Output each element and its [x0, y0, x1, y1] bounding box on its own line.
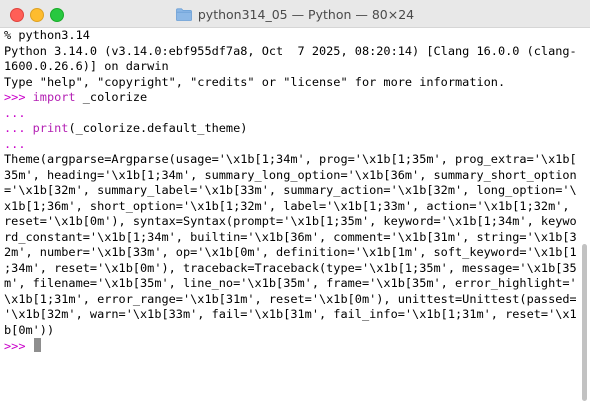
- terminal-line: x1b[1;36m', short_option='\x1b[1;32m', l…: [4, 199, 576, 215]
- code-text: _colorize: [75, 90, 148, 104]
- output-text: ='\x1b[32m', summary_label='\x1b[33m', s…: [4, 183, 576, 197]
- terminal-line: ...: [4, 106, 576, 122]
- terminal-line: ... print(_colorize.default_theme): [4, 121, 576, 137]
- terminal-line: % python3.14: [4, 28, 576, 44]
- terminal-line: ='\x1b[32m', summary_label='\x1b[33m', s…: [4, 183, 576, 199]
- output-text: ;34m', reset='\x1b[0m'), traceback=Trace…: [4, 260, 576, 275]
- title-bar[interactable]: python314_05 — Python — 80×24: [0, 0, 590, 28]
- output-text: Theme(argparse=Argparse(usage='\x1b[1;34…: [4, 152, 576, 166]
- terminal-line: ...: [4, 137, 576, 153]
- terminal-line: b[0m')): [4, 323, 576, 339]
- output-text: 35m', heading='\x1b[1;34m', summary_long…: [4, 167, 576, 182]
- terminal-line: 2m', number='\x1b[33m', op='\x1b[0m', de…: [4, 245, 576, 261]
- prompt-marker: ...: [4, 105, 26, 120]
- output-text: 2m', number='\x1b[33m', op='\x1b[0m', de…: [4, 245, 576, 259]
- vertical-scrollbar[interactable]: [582, 244, 587, 401]
- terminal-line: ;34m', reset='\x1b[0m'), traceback=Trace…: [4, 261, 576, 277]
- terminal-line: '\x1b[32m', warn='\x1b[33m', fail='\x1b[…: [4, 307, 576, 323]
- terminal-line: m', filename='\x1b[35m', line_no='\x1b[3…: [4, 276, 576, 292]
- prompt-marker: >>>: [4, 339, 33, 353]
- terminal-line: >>>: [4, 338, 576, 354]
- output-text: Python 3.14.0 (v3.14.0:ebf955df7a8, Oct …: [4, 43, 576, 58]
- terminal-line: 35m', heading='\x1b[1;34m', summary_long…: [4, 168, 576, 184]
- code-keyword: print: [32, 121, 69, 135]
- window-title-group: python314_05 — Python — 80×24: [0, 0, 590, 28]
- output-text: x1b[1;36m', short_option='\x1b[1;32m', l…: [4, 198, 570, 213]
- output-text: 1600.0.26.6)] on darwin: [4, 59, 169, 73]
- terminal-line: 1600.0.26.6)] on darwin: [4, 59, 576, 75]
- terminal-output[interactable]: % python3.14 Python 3.14.0 (v3.14.0:ebf95…: [0, 28, 576, 413]
- output-text: '\x1b[32m', warn='\x1b[33m', fail='\x1b[…: [4, 307, 576, 321]
- output-text: m', filename='\x1b[35m', line_no='\x1b[3…: [4, 276, 576, 290]
- output-text: rd_constant='\x1b[1;34m', builtin='\x1b[…: [4, 229, 576, 244]
- text-cursor: [33, 338, 41, 352]
- output-text: Type "help", "copyright", "credits" or "…: [4, 74, 506, 89]
- terminal-line: \x1b[1;31m', error_range='\x1b[31m', res…: [4, 292, 576, 308]
- terminal-line: Theme(argparse=Argparse(usage='\x1b[1;34…: [4, 152, 576, 168]
- code-keyword: import: [32, 90, 76, 104]
- prompt-marker: >>>: [4, 90, 33, 104]
- terminal-window: python314_05 — Python — 80×24 % python3.…: [0, 0, 590, 413]
- output-text: b[0m')): [4, 322, 55, 337]
- terminal-line: rd_constant='\x1b[1;34m', builtin='\x1b[…: [4, 230, 576, 246]
- prompt-marker: ...: [4, 121, 33, 135]
- terminal-line: >>> import _colorize: [4, 90, 576, 106]
- window-title: python314_05 — Python — 80×24: [197, 6, 415, 22]
- terminal-line: reset='\x1b[0m'), syntax=Syntax(prompt='…: [4, 214, 576, 230]
- folder-icon: [175, 7, 192, 21]
- prompt-marker: ...: [4, 136, 26, 151]
- code-text: (_colorize.default_theme): [68, 121, 248, 135]
- terminal-line: Type "help", "copyright", "credits" or "…: [4, 75, 576, 91]
- output-text: % python3.14: [4, 28, 90, 42]
- terminal-line: Python 3.14.0 (v3.14.0:ebf955df7a8, Oct …: [4, 44, 576, 60]
- output-text: reset='\x1b[0m'), syntax=Syntax(prompt='…: [4, 214, 576, 228]
- output-text: \x1b[1;31m', error_range='\x1b[31m', res…: [4, 291, 576, 306]
